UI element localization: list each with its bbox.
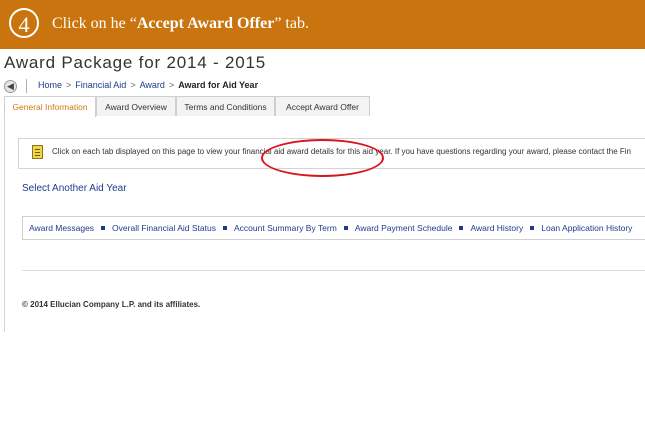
bullet-separator [101, 226, 106, 231]
tab-bar: General Information Award Overview Terms… [4, 96, 645, 118]
tab-accept-award-offer[interactable]: Accept Award Offer [275, 96, 370, 116]
link-overall-financial-aid-status[interactable]: Overall Financial Aid Status [112, 223, 216, 233]
breadcrumb-separator: > [66, 80, 72, 90]
breadcrumb-home[interactable]: Home [38, 80, 62, 90]
highlight-circle [261, 139, 384, 177]
link-award-payment-schedule[interactable]: Award Payment Schedule [355, 223, 453, 233]
tab-general-information[interactable]: General Information [4, 96, 96, 117]
bullet-separator [459, 226, 464, 231]
link-loan-application-history[interactable]: Loan Application History [541, 223, 632, 233]
tab-award-overview[interactable]: Award Overview [96, 96, 176, 116]
copyright-text: © 2014 Ellucian Company L.P. and its aff… [22, 300, 201, 309]
back-arrow-icon[interactable]: ◀ [4, 80, 17, 93]
breadcrumb: Home > Financial Aid > Award > Award for Aid Y… [38, 80, 258, 90]
step-number: 4 [9, 8, 39, 38]
breadcrumb-separator: > [130, 80, 136, 90]
note-icon [32, 145, 43, 159]
award-links-bar: Award Messages Overall Financial Aid Stat… [22, 216, 645, 240]
screenshot-area: Award Package for 2014 - 2015 ◀ Home > Fin… [0, 49, 645, 332]
instruction-text: Click on he “Accept Award Offer” tab. [52, 15, 309, 33]
select-another-aid-year-link[interactable]: Select Another Aid Year [22, 183, 127, 194]
page-title: Award Package for 2014 - 2015 [4, 53, 266, 72]
instruction-text-emphasis: Accept Award Offer [136, 15, 275, 32]
link-award-messages[interactable]: Award Messages [29, 223, 94, 233]
instruction-banner: 4 Click on he “Accept Award Offer” tab. [0, 0, 645, 49]
footer-divider [22, 270, 645, 271]
breadcrumb-divider [26, 79, 27, 93]
link-award-history[interactable]: Award History [470, 223, 523, 233]
instruction-text-end: ” tab. [274, 15, 309, 32]
breadcrumb-separator: > [168, 80, 175, 90]
breadcrumb-current: Award for Aid Year [178, 80, 259, 90]
link-account-summary-by-term[interactable]: Account Summary By Term [234, 223, 337, 233]
tab-terms-and-conditions[interactable]: Terms and Conditions [176, 96, 275, 116]
bullet-separator [343, 226, 348, 231]
breadcrumb-financial-aid[interactable]: Financial Aid [75, 80, 126, 90]
instruction-text-start: Click on he “ [52, 15, 137, 32]
bullet-separator [530, 226, 535, 231]
breadcrumb-award[interactable]: Award [140, 80, 165, 90]
bullet-separator [223, 226, 227, 231]
award-links: Award Messages Overall Financial Aid Stat… [29, 223, 632, 233]
